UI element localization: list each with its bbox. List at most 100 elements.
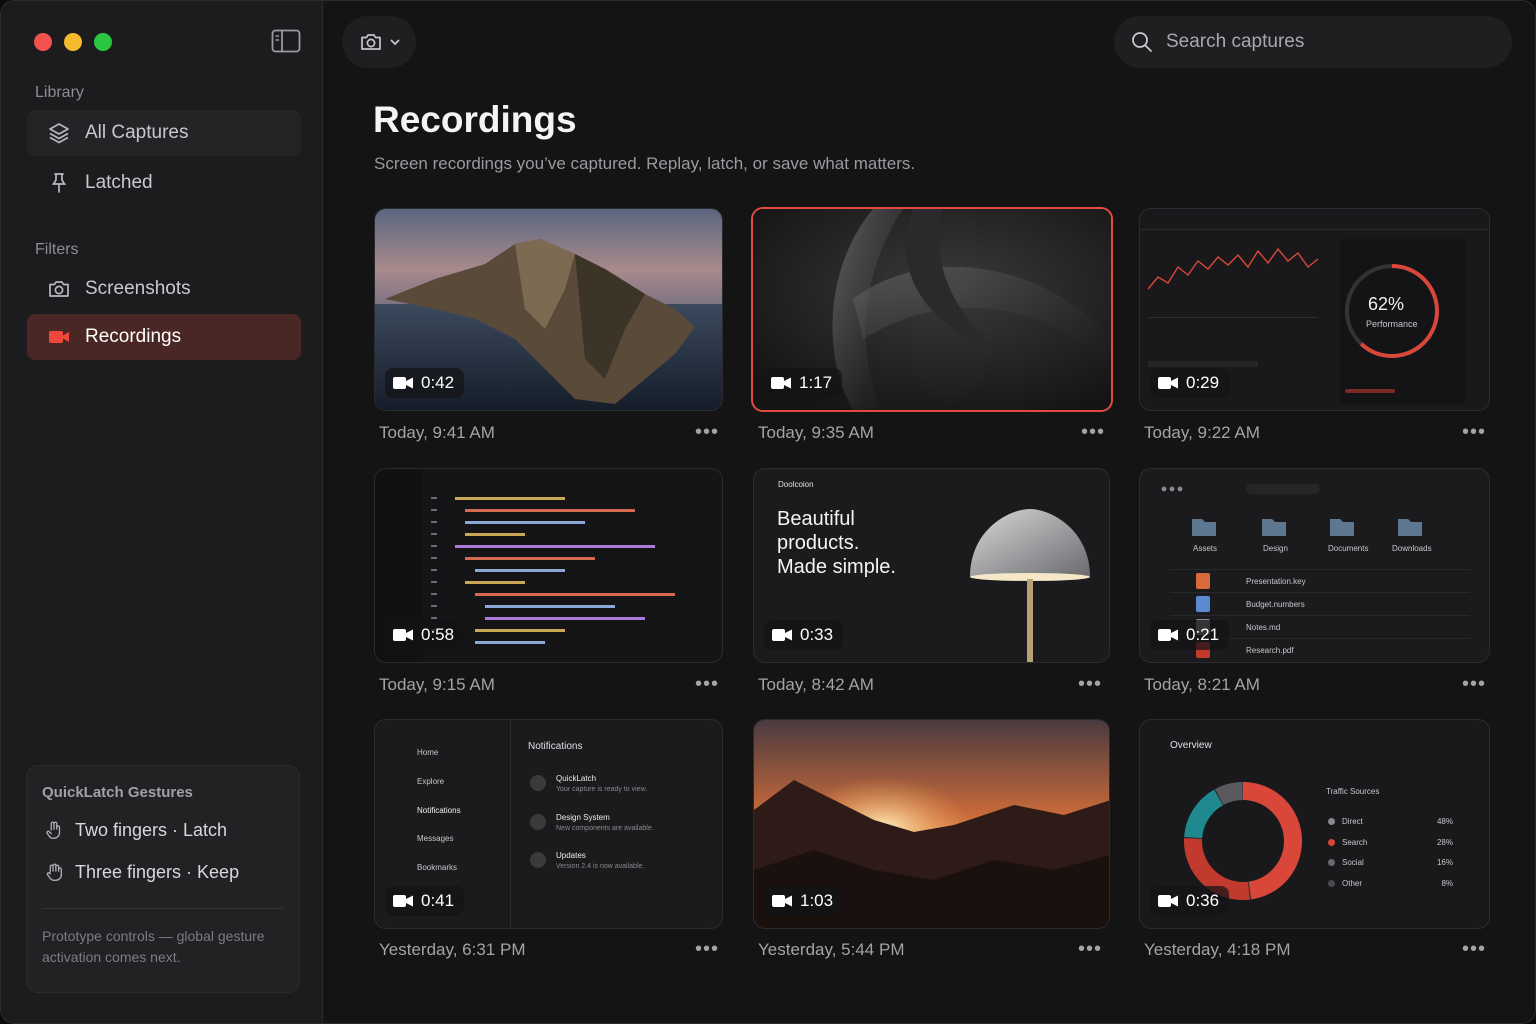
recording-card[interactable]: Home Explore Notifications Messages Book…: [374, 719, 723, 965]
zoom-window-button[interactable]: [94, 33, 112, 51]
capture-timestamp: Today, 9:35 AM: [758, 423, 874, 442]
recording-card[interactable]: 0:42 Today, 9:41 AM •••: [374, 208, 723, 448]
video-camera-icon: [772, 629, 792, 641]
nav-label: Bookmarks: [417, 863, 458, 872]
file-name: Research.pdf: [1246, 646, 1294, 655]
notification-title: Design System: [556, 813, 610, 822]
notification-body: Your capture is ready to view.: [556, 786, 648, 793]
search-bar[interactable]: [1114, 16, 1512, 68]
capture-timestamp: Today, 8:42 AM: [758, 675, 874, 694]
more-options-button[interactable]: •••: [695, 673, 719, 696]
capture-timestamp: Today, 9:41 AM: [379, 423, 495, 442]
legend-row: Search 28%: [1328, 837, 1453, 858]
legend-name: Social: [1342, 858, 1364, 867]
traffic-legend: Direct 48% Search 28% Social 16% Other 8…: [1328, 816, 1453, 898]
duration-label: 0:33: [800, 625, 834, 644]
sidebar-item-recordings[interactable]: Recordings: [27, 314, 301, 360]
nav-label: Home: [417, 748, 439, 757]
recording-thumbnail[interactable]: 1:03: [753, 719, 1110, 929]
recording-thumbnail[interactable]: 0:42: [374, 208, 723, 411]
sidebar-item-label: All Captures: [85, 122, 189, 143]
recording-thumbnail[interactable]: 62% Performance 0:29: [1139, 208, 1490, 411]
legend-swatch: [1328, 818, 1335, 825]
more-options-button[interactable]: •••: [1078, 938, 1102, 961]
recording-card[interactable]: Doolcoion Beautiful products. Made simpl…: [753, 468, 1110, 700]
recording-thumbnail[interactable]: Assets Design Documents Downloads Presen…: [1139, 468, 1490, 663]
legend-pct: 8%: [1441, 878, 1453, 888]
legend-row: Other 8%: [1328, 878, 1453, 899]
duration-label: 0:21: [1186, 625, 1220, 644]
sidebar-item-latched[interactable]: Latched: [27, 160, 301, 206]
more-options-button[interactable]: •••: [1081, 421, 1105, 444]
folder-label: Downloads: [1392, 544, 1432, 553]
capture-mode-button[interactable]: [342, 16, 416, 68]
lamp-image: [970, 509, 1090, 662]
search-input[interactable]: [1166, 31, 1486, 53]
notification-icons: [530, 775, 546, 868]
promo-line: Made simple.: [777, 556, 896, 578]
duration-label: 1:17: [799, 373, 833, 392]
window-controls: [34, 33, 112, 51]
sidebar-item-screenshots[interactable]: Screenshots: [27, 266, 301, 312]
minimize-window-button[interactable]: [64, 33, 82, 51]
gestures-title: QuickLatch Gestures: [42, 784, 193, 801]
close-window-button[interactable]: [34, 33, 52, 51]
legend-row: Social 16%: [1328, 857, 1453, 878]
video-camera-icon: [1158, 377, 1178, 389]
legend-name: Other: [1342, 878, 1363, 888]
recording-thumbnail[interactable]: 1:17: [751, 207, 1113, 412]
performance-value: 62%: [1368, 294, 1405, 314]
file-name: Notes.md: [1246, 623, 1281, 632]
recording-card[interactable]: 62% Performance 0:29 Today, 9:22 AM •••: [1139, 208, 1490, 448]
sidebar-item-all-captures[interactable]: All Captures: [27, 110, 301, 156]
duration-label: 0:41: [421, 891, 455, 910]
recording-thumbnail[interactable]: Doolcoion Beautiful products. Made simpl…: [753, 468, 1110, 663]
duration-badge: 0:36: [1150, 886, 1230, 916]
capture-timestamp: Yesterday, 5:44 PM: [758, 940, 905, 959]
more-options-button[interactable]: •••: [695, 421, 719, 444]
sidebar-toggle-icon[interactable]: [271, 29, 301, 53]
more-options-button[interactable]: •••: [695, 938, 719, 961]
file-name: Presentation.key: [1246, 577, 1306, 586]
search-icon: [1132, 32, 1152, 52]
folder-label: Assets: [1193, 544, 1218, 553]
recording-thumbnail[interactable]: Overview Traffic Sources Direct 48% Sear…: [1139, 719, 1490, 929]
more-options-button[interactable]: •••: [1462, 673, 1486, 696]
nav-label: Explore: [417, 777, 445, 786]
filters-section-label: Filters: [35, 241, 79, 258]
recording-card[interactable]: 1:17 Today, 9:35 AM •••: [751, 207, 1113, 447]
camera-icon: [361, 34, 381, 50]
video-camera-icon: [772, 895, 792, 907]
legend-pct: 48%: [1436, 817, 1453, 826]
legend-name: Direct: [1342, 817, 1363, 826]
legend-row: Direct 48%: [1328, 816, 1453, 837]
duration-badge: 0:29: [1150, 368, 1230, 398]
more-options-button[interactable]: •••: [1462, 938, 1486, 961]
capture-timestamp: Today, 9:22 AM: [1144, 423, 1260, 442]
recording-thumbnail[interactable]: Home Explore Notifications Messages Book…: [374, 719, 723, 929]
more-options-button[interactable]: •••: [1462, 421, 1486, 444]
layers-icon: [49, 123, 69, 144]
gestures-divider: [42, 908, 284, 909]
performance-label: Performance: [1366, 319, 1418, 329]
more-options-button[interactable]: •••: [1078, 673, 1102, 696]
notification-title: QuickLatch: [556, 774, 597, 783]
page-title: Recordings: [373, 99, 577, 140]
recording-card[interactable]: 0:58 Today, 9:15 AM •••: [374, 468, 723, 700]
duration-label: 0:36: [1186, 891, 1220, 910]
video-camera-icon: [1158, 629, 1178, 641]
recording-card[interactable]: Assets Design Documents Downloads Presen…: [1139, 468, 1490, 700]
legend-swatch: [1328, 879, 1335, 887]
video-camera-icon: [393, 895, 413, 907]
duration-badge: 1:17: [763, 368, 843, 398]
recording-card[interactable]: Overview Traffic Sources Direct 48% Sear…: [1139, 719, 1490, 965]
recording-card[interactable]: 1:03 Yesterday, 5:44 PM •••: [753, 719, 1110, 965]
duration-badge: 0:33: [764, 620, 844, 650]
duration-badge: 0:58: [385, 620, 465, 650]
overview-title: Overview: [1170, 740, 1212, 751]
video-camera-icon: [1158, 895, 1178, 907]
video-camera-icon: [393, 629, 413, 641]
duration-label: 1:03: [800, 891, 834, 910]
recording-thumbnail[interactable]: 0:58: [374, 468, 723, 663]
promo-line: products.: [777, 532, 860, 554]
